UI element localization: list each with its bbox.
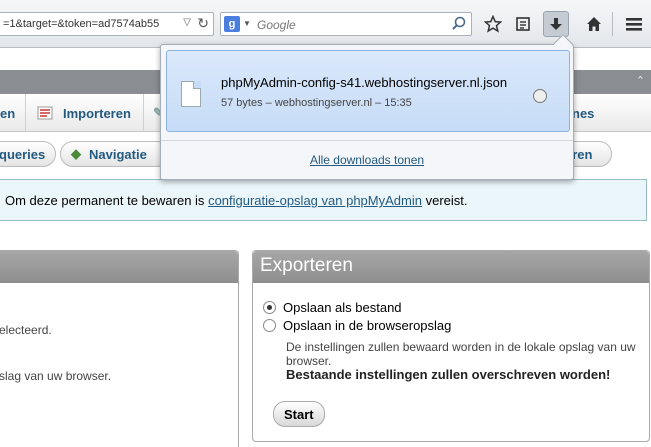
search-engine-dropdown-icon[interactable]: ▼ xyxy=(243,19,251,28)
option-save-file-label: Opslaan als bestand xyxy=(283,300,402,315)
show-all-downloads-link[interactable]: Alle downloads tonen xyxy=(161,153,573,167)
tab-divider xyxy=(25,94,26,132)
toolbar-divider xyxy=(612,12,613,36)
option-browser-storage-label: Opslaan in de browseropslag xyxy=(283,318,452,333)
menu-icon[interactable] xyxy=(621,11,647,37)
left-panel-header xyxy=(0,251,238,283)
config-storage-link[interactable]: configuratie-opslag van phpMyAdmin xyxy=(208,193,422,208)
reload-icon[interactable]: ↻ xyxy=(197,15,209,32)
export-panel-body: Opslaan als bestand Opslaan in de browse… xyxy=(253,283,649,441)
tab-importeren[interactable]: Importeren xyxy=(37,94,131,132)
bookmark-star-icon[interactable] xyxy=(480,11,506,37)
notice-prefix: Om deze permanent te bewaren is xyxy=(5,193,205,208)
popup-divider xyxy=(161,140,573,141)
option-save-file[interactable]: Opslaan als bestand xyxy=(263,300,402,315)
left-panel-text-2: slag van uw browser. xyxy=(0,369,112,383)
search-bar[interactable]: g ▼ Google xyxy=(220,12,472,36)
downloads-panel: phpMyAdmin-config-s41.webhostingserver.n… xyxy=(160,34,574,180)
url-dropdown-icon[interactable]: ▽ xyxy=(183,17,191,28)
pill-queries-label: queries xyxy=(0,146,46,162)
option-browser-storage[interactable]: Opslaan in de browseropslag xyxy=(263,318,451,333)
notice-suffix: vereist. xyxy=(425,193,468,208)
pill-navigatie-label: Navigatie xyxy=(89,146,147,162)
reading-list-icon[interactable] xyxy=(510,11,536,37)
pill-queries[interactable]: queries xyxy=(0,141,57,167)
left-panel-text-1: electeerd. xyxy=(0,323,52,337)
left-panel: electeerd. slag van uw browser. xyxy=(0,250,239,447)
download-meta: 57 bytes – webhostingserver.nl – 15:35 xyxy=(221,97,412,109)
url-bar[interactable]: =1&target=&token=ad7574ab55 ▽ ↻ xyxy=(0,12,214,36)
export-panel: Exporteren Opslaan als bestand Opslaan i… xyxy=(252,250,650,442)
collapse-icon[interactable]: ⌃ xyxy=(636,74,645,87)
search-placeholder[interactable]: Google xyxy=(257,18,296,32)
tab-importeren-label: Importeren xyxy=(63,105,131,121)
export-description: De instellingen zullen bewaard worden in… xyxy=(286,340,644,382)
open-folder-icon[interactable] xyxy=(533,89,547,103)
import-icon xyxy=(37,106,53,120)
file-icon xyxy=(181,81,201,107)
export-description-text: De instellingen zullen bewaard worden in… xyxy=(286,340,636,368)
radio-browser-storage[interactable] xyxy=(263,319,276,332)
browser-toolbar: =1&target=&token=ad7574ab55 ▽ ↻ g ▼ Goog… xyxy=(0,0,651,48)
start-button[interactable]: Start xyxy=(273,401,325,427)
left-panel-body: electeerd. slag van uw browser. xyxy=(0,283,238,447)
search-icon[interactable] xyxy=(451,16,467,32)
pill-navigatie[interactable]: ◆ Navigatie xyxy=(60,141,170,167)
config-notice: Om deze permanent te bewaren is configur… xyxy=(0,179,647,221)
export-panel-title: Exporteren xyxy=(253,251,649,283)
tab-partial-right[interactable]: nes xyxy=(572,94,594,132)
radio-save-file[interactable] xyxy=(263,301,276,314)
google-icon[interactable]: g xyxy=(224,16,240,32)
home-icon[interactable] xyxy=(581,11,607,37)
tab-divider xyxy=(143,94,144,132)
navigation-icon: ◆ xyxy=(71,146,81,161)
downloads-icon[interactable] xyxy=(543,11,569,37)
url-text[interactable]: =1&target=&token=ad7574ab55 xyxy=(3,18,159,30)
tab-partial-left[interactable]: en xyxy=(0,94,15,132)
export-warning: Bestaande instellingen zullen overschrev… xyxy=(286,367,611,382)
download-item[interactable]: phpMyAdmin-config-s41.webhostingserver.n… xyxy=(166,50,570,132)
download-filename: phpMyAdmin-config-s41.webhostingserver.n… xyxy=(221,75,508,90)
